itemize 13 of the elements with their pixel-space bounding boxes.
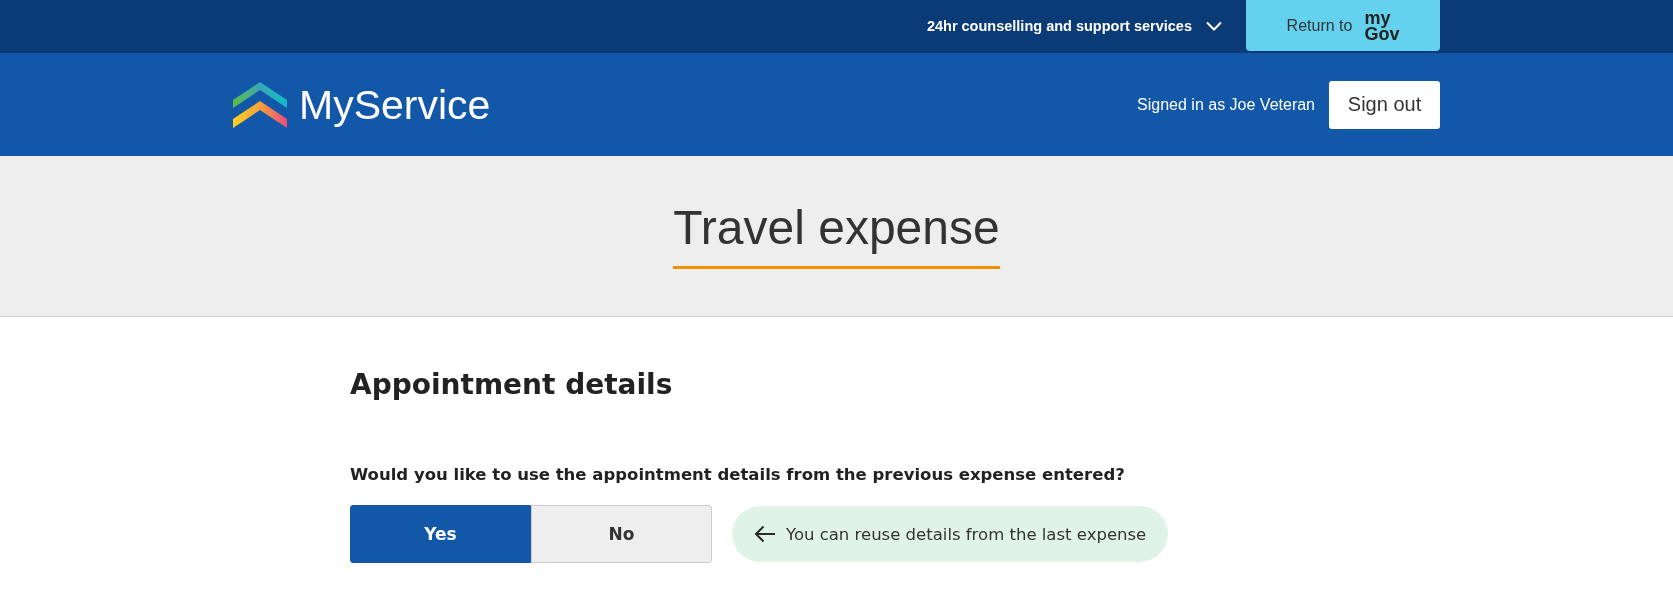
page-title: Travel expense [673, 200, 1000, 269]
support-menu-button[interactable]: 24hr counselling and support services [926, 0, 1222, 51]
hint-text: You can reuse details from the last expense [786, 524, 1147, 544]
choice-button[interactable]: Yes [350, 505, 531, 563]
logo-text: MyService [299, 80, 491, 129]
arrow-left-icon [754, 525, 776, 543]
choice-button[interactable]: No [531, 505, 712, 563]
section-heading: Appointment details [350, 367, 674, 403]
signed-in-text: Signed in as Joe Veteran [1137, 95, 1315, 114]
question-text: Would you like to use the appointment details from the previous expense entered? [350, 464, 1126, 486]
logo-text: my Gov [1364, 9, 1400, 42]
logo-icon [233, 81, 287, 128]
sign-out-button[interactable]: Sign out [1329, 80, 1440, 129]
